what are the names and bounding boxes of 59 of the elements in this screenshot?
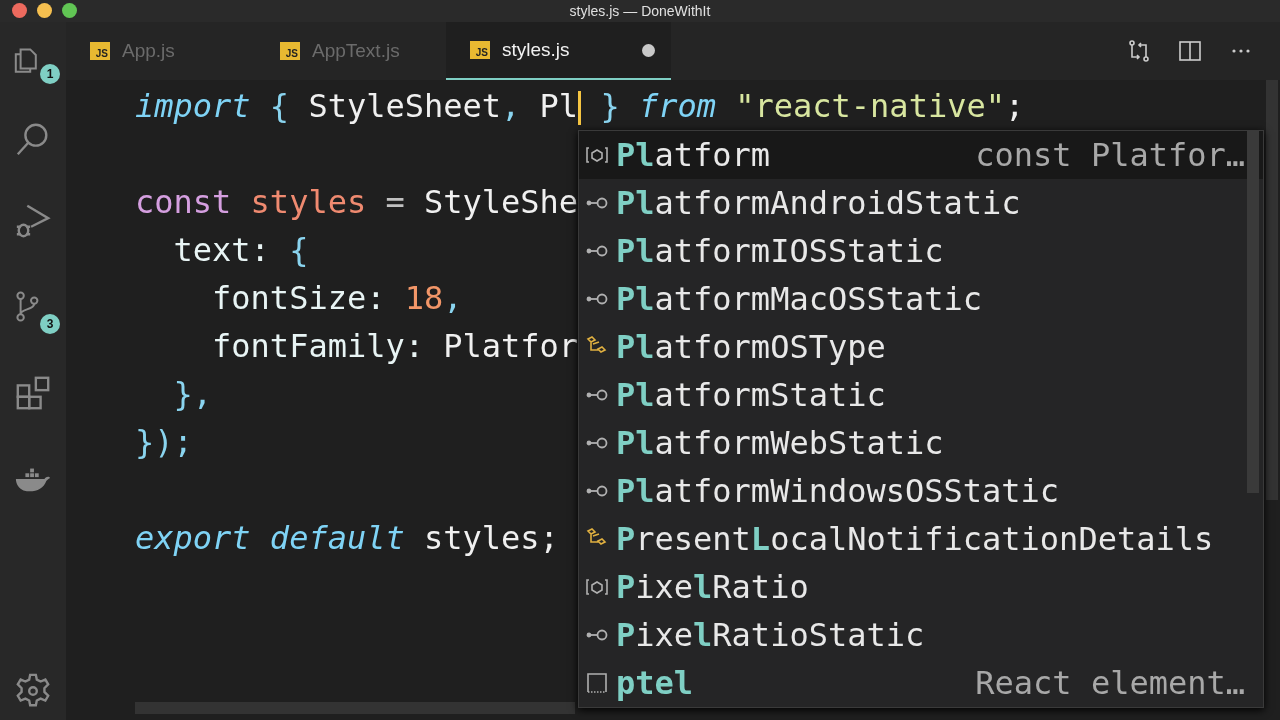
js-file-icon: JS bbox=[470, 41, 490, 59]
snippet-icon bbox=[585, 671, 609, 695]
code-token: fontSize: bbox=[211, 279, 386, 317]
count-badge: 3 bbox=[40, 314, 60, 334]
code-token: "react-native" bbox=[734, 87, 1005, 125]
code-token: , bbox=[501, 87, 521, 125]
suggestion-item[interactable]: PlatformAndroidStatic bbox=[579, 179, 1263, 227]
zoom-button[interactable] bbox=[62, 3, 77, 18]
suggestion-item[interactable]: PixelRatioStatic bbox=[579, 611, 1263, 659]
suggestion-detail: const Platfor… bbox=[975, 136, 1245, 174]
suggestion-item[interactable]: PixelRatio bbox=[579, 563, 1263, 611]
js-file-icon: JS bbox=[90, 42, 110, 60]
editor-tab[interactable]: JS AppText.js bbox=[256, 22, 446, 80]
code-token: StyleSheet bbox=[307, 87, 502, 125]
suggestion-item[interactable]: PlatformMacOSStatic bbox=[579, 275, 1263, 323]
close-button[interactable] bbox=[12, 3, 27, 18]
code-token: Platfor bbox=[442, 327, 579, 365]
code-token: const bbox=[135, 183, 232, 221]
code-token: ; bbox=[1004, 87, 1025, 125]
code-token: export bbox=[135, 519, 251, 557]
suggestion-item[interactable]: PlatformIOSStatic bbox=[579, 227, 1263, 275]
extensions-icon[interactable] bbox=[14, 374, 52, 412]
suggestion-item[interactable]: Platform const Platfor… bbox=[579, 131, 1263, 179]
suggestion-item[interactable]: PlatformWindowsOSStatic bbox=[579, 467, 1263, 515]
code-token: , bbox=[443, 279, 463, 317]
code-token: }, bbox=[172, 375, 213, 413]
compare-changes-icon[interactable] bbox=[1127, 39, 1151, 63]
code-token: import bbox=[135, 87, 251, 125]
editor-tab[interactable]: JS App.js bbox=[66, 22, 256, 80]
scrollbar[interactable] bbox=[1266, 80, 1278, 500]
code-token: { bbox=[288, 231, 309, 269]
minimize-button[interactable] bbox=[37, 3, 52, 18]
code-token: } bbox=[599, 87, 620, 125]
suggestion-item[interactable]: ptel React element… bbox=[579, 659, 1263, 707]
suggestion-item[interactable]: PresentLocalNotificationDetails bbox=[579, 515, 1263, 563]
scrollbar[interactable] bbox=[135, 702, 575, 714]
code-token: from bbox=[637, 87, 716, 125]
window-title: styles.js — DoneWithIt bbox=[569, 3, 711, 19]
js-file-icon: JS bbox=[280, 42, 300, 60]
code-token: text: bbox=[172, 231, 270, 269]
code-token: Pl bbox=[538, 87, 579, 125]
suggestion-item[interactable]: PlatformStatic bbox=[579, 371, 1263, 419]
suggestion-item[interactable]: PlatformOSType bbox=[579, 323, 1263, 371]
scrollbar[interactable] bbox=[1247, 131, 1259, 493]
editor-tab[interactable]: JS styles.js bbox=[446, 22, 671, 80]
code-token: = bbox=[384, 183, 405, 221]
code-token: fontFamily: bbox=[211, 327, 424, 365]
count-badge: 1 bbox=[40, 64, 60, 84]
code-token: styles; bbox=[423, 519, 559, 557]
code-token: styles bbox=[249, 183, 367, 221]
code-token: { bbox=[268, 87, 290, 125]
suggestion-detail: React element… bbox=[975, 664, 1245, 702]
split-editor-icon[interactable] bbox=[1178, 39, 1202, 63]
code-token: 18 bbox=[403, 279, 444, 317]
code-token: default bbox=[268, 519, 405, 557]
code-token: StyleShe bbox=[423, 183, 579, 221]
code-token: }); bbox=[135, 423, 193, 461]
run-debug-icon[interactable] bbox=[14, 202, 52, 240]
suggestion-item[interactable]: PlatformWebStatic bbox=[579, 419, 1263, 467]
